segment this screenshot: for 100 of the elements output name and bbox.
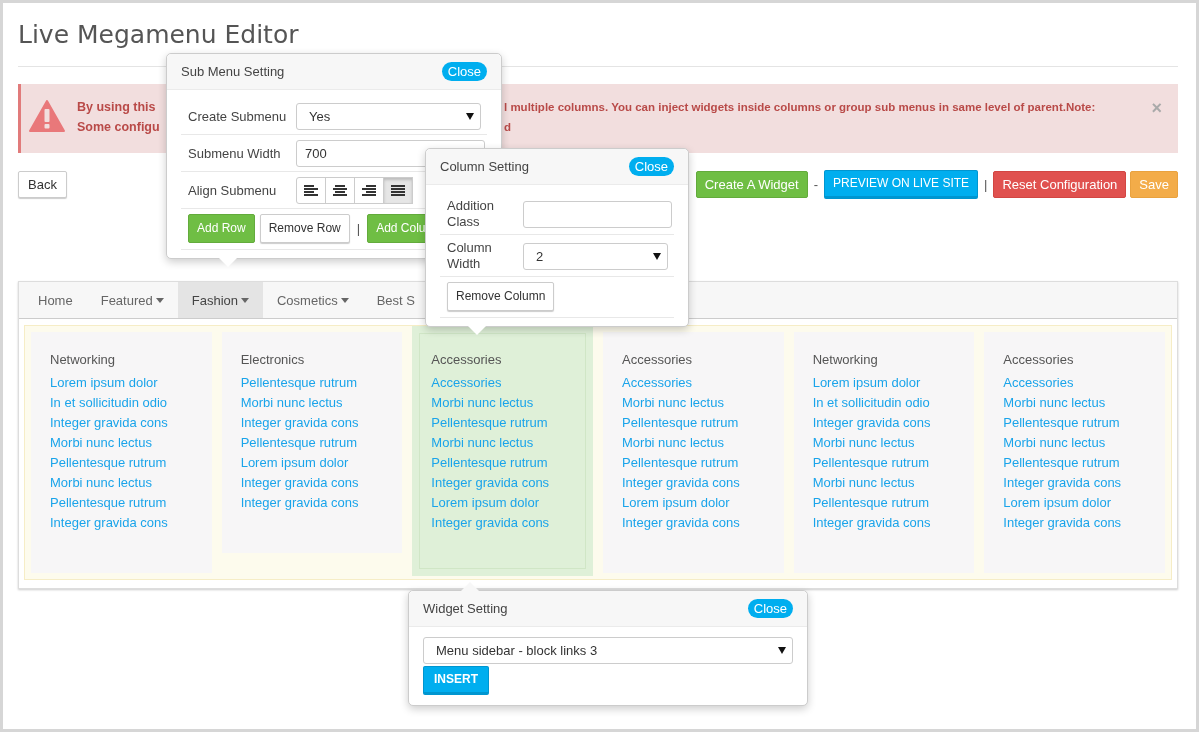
menu-link[interactable]: Pellentesque rutrum (1003, 453, 1120, 473)
menu-tab[interactable]: Home (24, 282, 87, 318)
align-button[interactable] (354, 177, 384, 204)
page-title: Live Megamenu Editor (18, 19, 299, 51)
menu-link[interactable]: Integer gravida cons (622, 473, 740, 493)
column-heading: Electronics (240, 352, 306, 367)
menu-link[interactable]: Pellentesque rutrum (1003, 413, 1120, 433)
popover-button[interactable]: Add Row (188, 214, 255, 243)
align-icon (391, 185, 405, 196)
menu-column[interactable]: Electronics Pellentesque rutrum Morbi nunc lectus Integer gravida cons Pellentesque rutrum Lorem ipsum dolor Integer gravida cons Integer gravida cons (221, 332, 403, 553)
column-heading: Accessories (431, 352, 503, 367)
menu-link[interactable]: Lorem ipsum dolor (240, 453, 349, 473)
close-button[interactable]: × (1145, 99, 1168, 117)
menu-link[interactable]: Integer gravida cons (431, 513, 550, 533)
action-button[interactable]: PREVIEW ON LIVE SITE (824, 170, 979, 199)
menu-link[interactable]: Morbi nunc lectus (431, 393, 534, 413)
alert-text: l multiple columns. You can inject widgets inside columns or group sub menus in same level of parent.Note: (504, 100, 1097, 115)
align-button[interactable] (296, 177, 326, 204)
field-label: Addition Class (447, 198, 495, 230)
menu-link[interactable]: Integer gravida cons (1003, 513, 1122, 533)
menu-link[interactable]: Morbi nunc lectus (1003, 393, 1106, 413)
menu-link[interactable]: Pellentesque rutrum (50, 493, 167, 513)
menu-tab[interactable]: Featured (86, 282, 178, 318)
close-button[interactable]: Close (441, 62, 487, 81)
menu-link[interactable]: Lorem ipsum dolor (1003, 493, 1111, 513)
menu-link[interactable]: Pellentesque rutrum (622, 453, 739, 473)
menu-link[interactable]: Accessories (1003, 373, 1074, 393)
menu-link[interactable]: Pellentesque rutrum (240, 373, 357, 393)
separator-text: | (983, 177, 989, 192)
action-button[interactable]: Create A Widget (695, 171, 808, 198)
menu-link[interactable]: Integer gravida cons (240, 473, 359, 493)
popover-button[interactable]: Remove Row (259, 214, 350, 243)
menu-column[interactable]: Accessories Accessories Morbi nunc lectus Pellentesque rutrum Morbi nunc lectus Pellentesque rutrum Integer gravida cons Lorem ipsum dolor Integer gravida cons (412, 326, 593, 576)
popover-button[interactable]: Remove Column (447, 282, 555, 311)
field-label: Submenu Width (188, 146, 282, 161)
menu-link[interactable]: Pellentesque rutrum (50, 453, 167, 473)
menu-link[interactable]: Lorem ipsum dolor (50, 373, 158, 393)
menu-link[interactable]: In et sollicitudin odio (812, 393, 930, 413)
dropdown-arrow-icon (653, 252, 661, 260)
close-button[interactable]: Close (747, 599, 793, 618)
menu-link[interactable]: Accessories (431, 373, 502, 393)
column-heading: Networking (812, 352, 879, 367)
menu-link[interactable]: Morbi nunc lectus (812, 473, 915, 493)
menu-link[interactable]: In et sollicitudin odio (50, 393, 168, 413)
align-button[interactable] (383, 177, 413, 204)
menu-link[interactable]: Integer gravida cons (622, 513, 740, 533)
dropdown-arrow-icon (466, 113, 474, 120)
action-button[interactable]: Save (1130, 171, 1178, 198)
menu-link[interactable]: Morbi nunc lectus (812, 433, 915, 453)
popover-title: Widget Setting (423, 601, 508, 616)
select-field[interactable]: Menu sidebar - block links 3 (423, 637, 793, 664)
select-field[interactable]: 2 (523, 242, 668, 270)
menu-link[interactable]: Morbi nunc lectus (50, 473, 152, 493)
menu-link[interactable]: Morbi nunc lectus (622, 433, 724, 453)
field-label: Align Submenu (188, 183, 278, 198)
field-label: Create Submenu (188, 109, 288, 124)
menu-column[interactable]: Accessories Accessories Morbi nunc lectus Pellentesque rutrum Morbi nunc lectus Pellentesque rutrum Integer gravida cons Lorem ipsum dolor Integer gravida cons (984, 332, 1165, 573)
input-field[interactable] (523, 200, 672, 228)
separator-text: - (812, 177, 820, 192)
align-icon (304, 185, 318, 196)
menu-link[interactable]: Integer gravida cons (50, 513, 168, 533)
menu-tab[interactable]: Fashion (177, 282, 263, 318)
field-label: Column Width (447, 240, 493, 272)
menu-link[interactable]: Integer gravida cons (1003, 473, 1122, 493)
menu-link[interactable]: Morbi nunc lectus (622, 393, 724, 413)
menu-tab[interactable]: Cosmetics (263, 282, 363, 318)
menu-link[interactable]: Morbi nunc lectus (240, 393, 343, 413)
menu-link[interactable]: Integer gravida cons (431, 473, 550, 493)
menu-column[interactable]: Networking Lorem ipsum dolor In et sollicitudin odio Integer gravida cons Morbi nunc lectus Pellentesque rutrum Morbi nunc lectus Pellentesque rutrum Integer gravida cons (31, 332, 212, 573)
column-heading: Accessories (622, 352, 694, 367)
menu-link[interactable]: Pellentesque rutrum (622, 413, 739, 433)
menu-link[interactable]: Lorem ipsum dolor (622, 493, 730, 513)
menu-link[interactable]: Lorem ipsum dolor (431, 493, 539, 513)
menu-link[interactable]: Integer gravida cons (812, 413, 931, 433)
align-icon (362, 185, 376, 196)
menu-link[interactable]: Pellentesque rutrum (240, 433, 357, 453)
insert-button[interactable]: INSERT (423, 666, 489, 695)
align-button[interactable] (325, 177, 355, 204)
action-button[interactable]: Reset Configuration (993, 171, 1127, 198)
back-button[interactable]: Back (18, 171, 67, 198)
menu-column[interactable]: Accessories Accessories Morbi nunc lectus Pellentesque rutrum Morbi nunc lectus Pellentesque rutrum Integer gravida cons Lorem ipsum dolor Integer gravida cons (603, 332, 784, 573)
menu-link[interactable]: Integer gravida cons (240, 413, 359, 433)
select-field[interactable]: Yes (296, 103, 481, 130)
menu-link[interactable]: Integer gravida cons (240, 493, 359, 513)
menu-link[interactable]: Morbi nunc lectus (431, 433, 534, 453)
menu-link[interactable]: Pellentesque rutrum (812, 493, 929, 513)
menu-link[interactable]: Pellentesque rutrum (431, 453, 548, 473)
menu-link[interactable]: Integer gravida cons (50, 413, 168, 433)
alert-text: By using this (77, 99, 157, 115)
menu-link[interactable]: Pellentesque rutrum (431, 413, 548, 433)
popover-title: Sub Menu Setting (181, 64, 285, 79)
menu-link[interactable]: Lorem ipsum dolor (812, 373, 921, 393)
menu-link[interactable]: Morbi nunc lectus (1003, 433, 1106, 453)
menu-link[interactable]: Pellentesque rutrum (812, 453, 929, 473)
menu-column[interactable]: Networking Lorem ipsum dolor In et sollicitudin odio Integer gravida cons Morbi nunc lectus Pellentesque rutrum Morbi nunc lectus Pellentesque rutrum Integer gravida cons (793, 332, 975, 573)
close-button[interactable]: Close (628, 157, 674, 176)
menu-link[interactable]: Integer gravida cons (812, 513, 931, 533)
menu-link[interactable]: Accessories (622, 373, 693, 393)
menu-tab[interactable]: Best S (362, 282, 429, 318)
menu-link[interactable]: Morbi nunc lectus (50, 433, 152, 453)
